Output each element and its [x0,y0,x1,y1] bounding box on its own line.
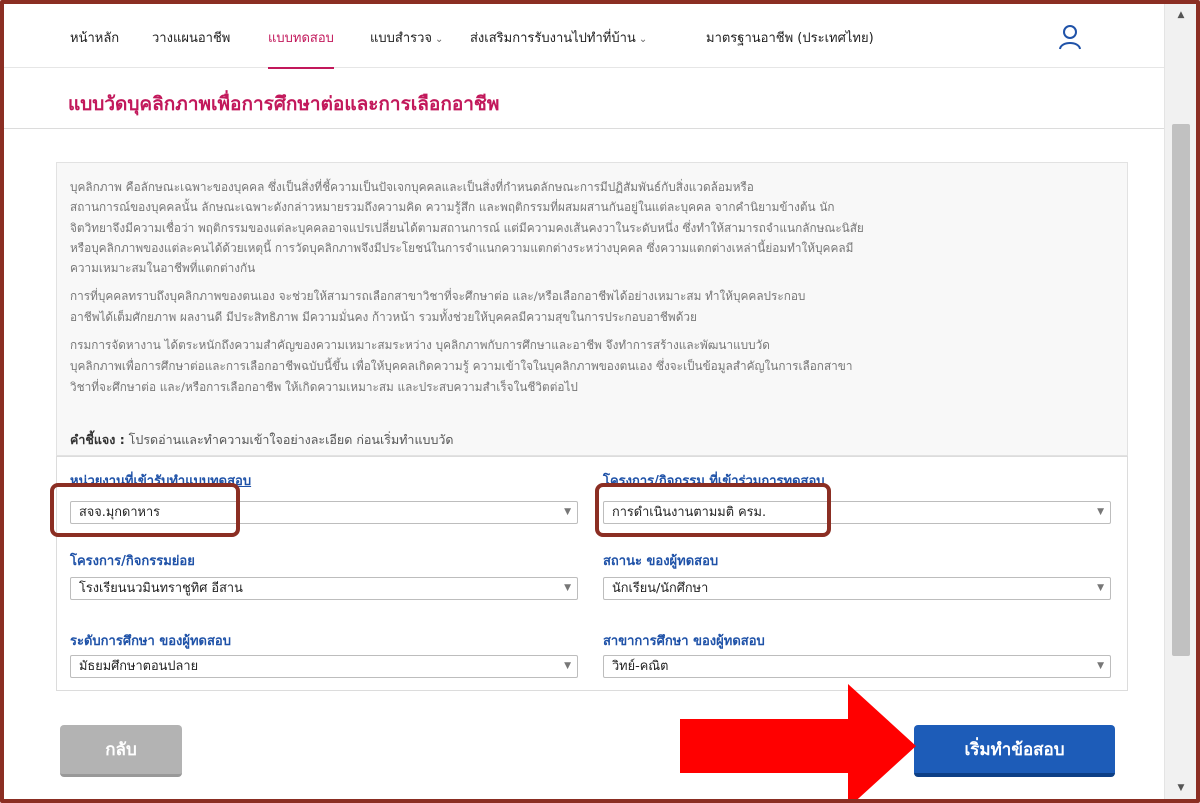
tester-status-select[interactable]: นักเรียน/นักศึกษา ▼ [603,577,1111,600]
intro-line: หรือบุคลิกภาพของแต่ละคนได้ด้วยเหตุนี้ กา… [70,241,854,255]
nav-item-career-planning[interactable]: วางแผนอาชีพ [152,4,230,68]
triangle-down-icon[interactable]: ▼ [1165,777,1197,799]
intro-line: ความเหมาะสมในอาชีพที่แตกต่างกัน [70,261,256,275]
intro-line: บุคลิกภาพเพื่อการศึกษาต่อและการเลือกอาชี… [70,359,853,373]
intro-line: จิตวิทยาจึงมีความเชื่อว่า พฤติกรรมของแต่… [70,221,864,235]
agency-label: หน่วยงานที่เข้ารับทำแบบทดสอบ [70,474,252,489]
page-viewport: หน้าหลัก วางแผนอาชีพ แบบทดสอบ แบบสำรวจ ⌄ … [4,4,1164,799]
top-navbar: หน้าหลัก วางแผนอาชีพ แบบทดสอบ แบบสำรวจ ⌄ … [4,4,1164,69]
major-select[interactable]: วิทย์-คณิต ▼ [603,655,1111,678]
user-icon[interactable] [1058,24,1082,50]
education-level-select[interactable]: มัธยมศึกษาตอนปลาย ▼ [70,655,578,678]
title-band: แบบวัดบุคลิกภาพเพื่อการศึกษาต่อและการเลื… [4,69,1164,129]
test-info-form: หน่วยงานที่เข้ารับทำแบบทดสอบ สจจ.มุกดาหา… [56,456,1128,691]
chevron-down-icon: ⌄ [435,34,444,45]
page-title: แบบวัดบุคลิกภาพเพื่อการศึกษาต่อและการเลื… [68,93,500,115]
agency-select[interactable]: สจจ.มุกดาหาร ▼ [70,501,578,524]
intro-line: วิชาที่จะศึกษาต่อ และ/หรือการเลือกอาชีพ … [70,380,578,394]
triangle-up-icon[interactable]: ▲ [1165,4,1197,26]
dropdown-arrow-icon: ▼ [1097,661,1104,671]
project-select[interactable]: การดำเนินงานตามมติ ครม. ▼ [603,501,1111,524]
nav-item-home[interactable]: หน้าหลัก [70,4,119,68]
intro-line: สถานการณ์ของบุคคลนั้น ลักษณะเฉพาะดังกล่า… [70,200,835,214]
instruction-text: โปรดอ่านและทำความเข้าใจอย่างละเอียด ก่อน… [124,432,454,447]
start-test-button[interactable]: เริ่มทำข้อสอบ [914,725,1115,777]
tester-status-label: สถานะ ของผู้ทดสอบ [603,554,719,569]
instruction-label: คำชี้แจง : [70,432,125,447]
nav-item-home-work[interactable]: ส่งเสริมการรับงานไปทำที่บ้าน ⌄ [470,4,647,68]
back-button[interactable]: กลับ [60,725,182,777]
nav-item-occupational-standards[interactable]: มาตรฐานอาชีพ (ประเทศไทย) [706,4,874,68]
subproject-label: โครงการ/กิจกรรมย่อย [70,554,195,569]
nav-item-surveys[interactable]: แบบสำรวจ ⌄ [370,4,443,68]
intro-line: บุคลิกภาพ คือลักษณะเฉพาะของบุคคล ซึ่งเป็… [70,180,754,194]
scrollbar-thumb[interactable] [1172,124,1190,656]
vertical-scrollbar[interactable]: ▲ ▼ [1164,4,1196,799]
nav-item-tests[interactable]: แบบทดสอบ [268,4,334,69]
instruction-note: คำชี้แจง : โปรดอ่านและทำความเข้าใจอย่างล… [70,430,454,450]
dropdown-arrow-icon: ▼ [564,583,571,593]
intro-line: การที่บุคคลทราบถึงบุคลิกภาพของตนเอง จะช่… [70,289,806,303]
project-label: โครงการ/กิจกรรม ที่เข้าร่วมการทดสอบ [603,474,825,489]
intro-box: บุคลิกภาพ คือลักษณะเฉพาะของบุคคล ซึ่งเป็… [56,162,1128,456]
dropdown-arrow-icon: ▼ [564,661,571,671]
education-level-label: ระดับการศึกษา ของผู้ทดสอบ [70,634,231,649]
major-label: สาขาการศึกษา ของผู้ทดสอบ [603,634,765,649]
red-arrow-annotation [680,684,916,799]
chevron-down-icon: ⌄ [638,34,648,45]
subproject-select[interactable]: โรงเรียนนวมินทราชูทิศ อีสาน ▼ [70,577,578,600]
dropdown-arrow-icon: ▼ [564,507,571,517]
dropdown-arrow-icon: ▼ [1097,507,1104,517]
dropdown-arrow-icon: ▼ [1097,583,1104,593]
intro-line: กรมการจัดหางาน ได้ตระหนักถึงความสำคัญของ… [70,338,770,352]
intro-line: อาชีพได้เต็มศักยภาพ ผลงานดี มีประสิทธิภา… [70,310,697,324]
